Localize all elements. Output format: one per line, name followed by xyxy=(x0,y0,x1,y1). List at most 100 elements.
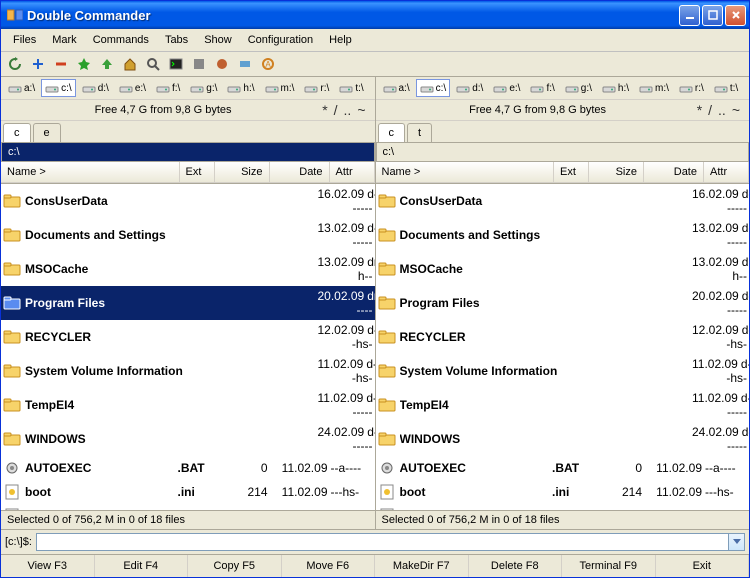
titlebar[interactable]: Double Commander xyxy=(1,1,749,29)
right-file-row[interactable]: ConsUserData16.02.09d------ xyxy=(376,184,750,218)
right-file-row[interactable]: boot.ini21411.02.09---hs- xyxy=(376,480,750,504)
left-header-size[interactable]: Size xyxy=(215,162,270,183)
tool2-icon[interactable] xyxy=(212,54,232,74)
left-drive-g[interactable]: g:\ xyxy=(186,79,221,97)
right-drive-h[interactable]: h:\ xyxy=(598,79,633,97)
right-drive-m[interactable]: m:\ xyxy=(635,79,673,97)
left-file-row[interactable]: boot.ini21411.02.09---hs- xyxy=(1,480,375,504)
right-path-bar[interactable]: c:\ xyxy=(376,143,750,162)
right-tab-2[interactable]: t xyxy=(407,123,432,142)
file-name: boot xyxy=(400,485,553,499)
minus-icon[interactable] xyxy=(51,54,71,74)
left-drive-h[interactable]: h:\ xyxy=(223,79,258,97)
fnkey-copy[interactable]: Copy F5 xyxy=(188,555,282,577)
right-drive-r[interactable]: r:\ xyxy=(675,79,708,97)
left-file-row[interactable]: System Volume Information11.02.09d--hs- xyxy=(1,354,375,388)
right-root-button[interactable]: * xyxy=(694,102,705,118)
left-file-row[interactable]: AUTOEXEC.BAT011.02.09--a---- xyxy=(1,456,375,480)
left-drive-f[interactable]: f:\ xyxy=(152,79,184,97)
fnkey-edit[interactable]: Edit F4 xyxy=(95,555,189,577)
left-drive-t[interactable]: t:\ xyxy=(335,79,367,97)
left-home-button[interactable]: ~ xyxy=(354,102,368,118)
right-updir-button[interactable]: .. xyxy=(715,102,729,118)
plus-icon[interactable] xyxy=(28,54,48,74)
menu-commands[interactable]: Commands xyxy=(86,32,156,48)
menu-mark[interactable]: Mark xyxy=(45,32,83,48)
tool1-icon[interactable] xyxy=(189,54,209,74)
menu-files[interactable]: Files xyxy=(6,32,43,48)
left-header-date[interactable]: Date xyxy=(270,162,330,183)
left-file-list[interactable]: ConsUserData16.02.09d------Documents and… xyxy=(1,184,375,510)
right-header-name[interactable]: Name > xyxy=(376,162,555,183)
command-input[interactable] xyxy=(36,533,729,551)
right-home-button[interactable]: ~ xyxy=(729,102,743,118)
left-drive-e[interactable]: e:\ xyxy=(115,79,150,97)
right-file-row[interactable]: AUTOEXEC.BAT011.02.09--a---- xyxy=(376,456,750,480)
fnkey-exit[interactable]: Exit xyxy=(656,555,750,577)
right-file-row[interactable]: Program Files20.02.09d------ xyxy=(376,286,750,320)
menu-tabs[interactable]: Tabs xyxy=(158,32,195,48)
maximize-button[interactable] xyxy=(702,5,723,26)
menu-configuration[interactable]: Configuration xyxy=(241,32,320,48)
left-file-row[interactable]: MSOCache13.02.09dr-h-- xyxy=(1,252,375,286)
left-drive-r[interactable]: r:\ xyxy=(300,79,333,97)
terminal-icon[interactable] xyxy=(166,54,186,74)
tool3-icon[interactable] xyxy=(235,54,255,74)
left-header-ext[interactable]: Ext xyxy=(180,162,215,183)
right-file-row[interactable]: Documents and Settings13.02.09d------ xyxy=(376,218,750,252)
left-header-attr[interactable]: Attr xyxy=(330,162,375,183)
left-updir-button[interactable]: .. xyxy=(341,102,355,118)
right-drive-e[interactable]: e:\ xyxy=(489,79,524,97)
right-header-attr[interactable]: Attr xyxy=(704,162,749,183)
close-button[interactable] xyxy=(725,5,746,26)
right-file-row[interactable]: System Volume Information11.02.09d--hs- xyxy=(376,354,750,388)
star-icon[interactable] xyxy=(74,54,94,74)
left-file-row[interactable]: WINDOWS24.02.09d------ xyxy=(1,422,375,456)
right-file-row[interactable]: MSOCache13.02.09dr-h-- xyxy=(376,252,750,286)
left-tab-2[interactable]: e xyxy=(33,123,61,142)
right-drive-t[interactable]: t:\ xyxy=(710,79,742,97)
fnkey-move[interactable]: Move F6 xyxy=(282,555,376,577)
right-header-date[interactable]: Date xyxy=(644,162,704,183)
right-drive-f[interactable]: f:\ xyxy=(526,79,558,97)
left-drive-m[interactable]: m:\ xyxy=(261,79,299,97)
left-file-row[interactable]: Documents and Settings13.02.09d------ xyxy=(1,218,375,252)
right-file-row[interactable]: RECYCLER12.02.09d--hs- xyxy=(376,320,750,354)
left-drive-a[interactable]: a:\ xyxy=(4,79,39,97)
right-file-row[interactable]: TempEI411.02.09d------ xyxy=(376,388,750,422)
right-header-size[interactable]: Size xyxy=(589,162,644,183)
fnkey-terminal[interactable]: Terminal F9 xyxy=(562,555,656,577)
right-header-ext[interactable]: Ext xyxy=(554,162,589,183)
right-file-list[interactable]: ConsUserData16.02.09d------Documents and… xyxy=(376,184,750,510)
up-arrow-icon[interactable] xyxy=(97,54,117,74)
command-history-dropdown[interactable] xyxy=(729,533,745,551)
right-file-row[interactable]: WINDOWS24.02.09d------ xyxy=(376,422,750,456)
menu-help[interactable]: Help xyxy=(322,32,359,48)
left-tab-1[interactable]: c xyxy=(3,123,31,142)
menu-show[interactable]: Show xyxy=(197,32,239,48)
left-root2-button[interactable]: / xyxy=(331,102,341,118)
fnkey-view[interactable]: View F3 xyxy=(1,555,95,577)
left-file-row[interactable]: TempEI411.02.09d------ xyxy=(1,388,375,422)
fnkey-delete[interactable]: Delete F8 xyxy=(469,555,563,577)
right-drive-g[interactable]: g:\ xyxy=(561,79,596,97)
search-icon[interactable] xyxy=(143,54,163,74)
right-drive-c[interactable]: c:\ xyxy=(416,79,451,97)
minimize-button[interactable] xyxy=(679,5,700,26)
home-icon[interactable] xyxy=(120,54,140,74)
left-drive-c[interactable]: c:\ xyxy=(41,79,76,97)
left-header-name[interactable]: Name > xyxy=(1,162,180,183)
right-tab-1[interactable]: c xyxy=(378,123,406,142)
left-file-row[interactable]: RECYCLER12.02.09d--hs- xyxy=(1,320,375,354)
left-root-button[interactable]: * xyxy=(319,102,330,118)
right-drive-d[interactable]: d:\ xyxy=(452,79,487,97)
left-file-row[interactable]: ConsUserData16.02.09d------ xyxy=(1,184,375,218)
refresh-icon[interactable] xyxy=(5,54,25,74)
fnkey-makedir[interactable]: MakeDir F7 xyxy=(375,555,469,577)
right-root2-button[interactable]: / xyxy=(705,102,715,118)
left-drive-d[interactable]: d:\ xyxy=(78,79,113,97)
left-file-row[interactable]: Program Files20.02.09dr----- xyxy=(1,286,375,320)
right-drive-a[interactable]: a:\ xyxy=(379,79,414,97)
tool4-icon[interactable]: A xyxy=(258,54,278,74)
left-path-bar[interactable]: c:\ xyxy=(1,143,375,162)
